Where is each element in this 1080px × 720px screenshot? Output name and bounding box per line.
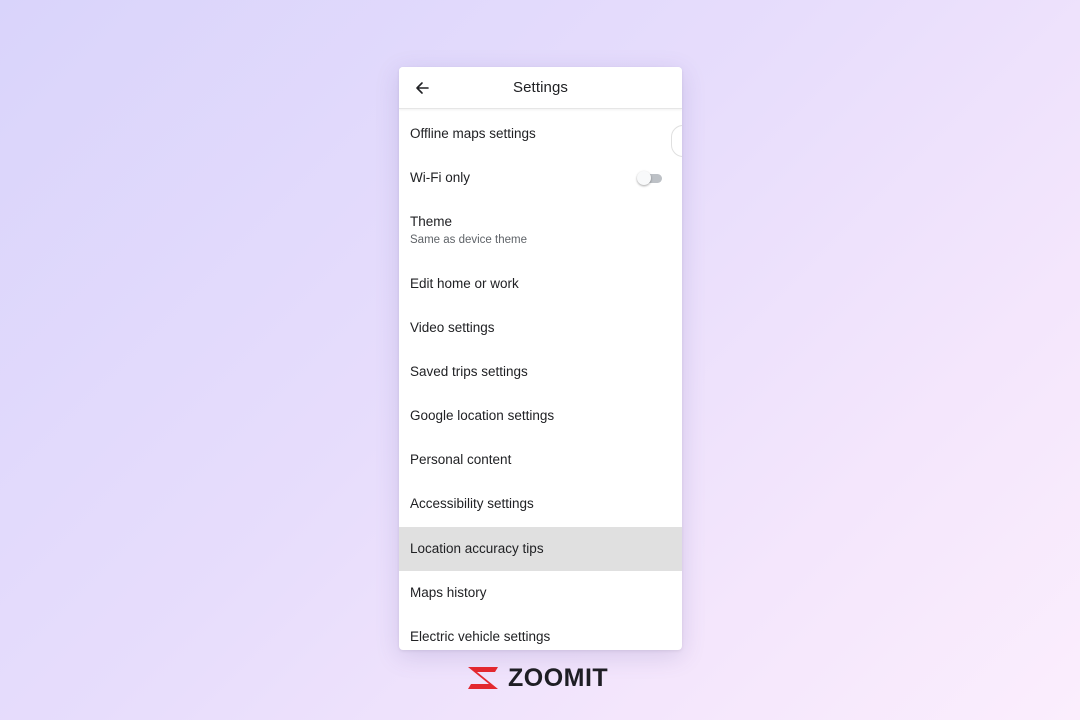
settings-item-label: Google location settings [410,408,555,423]
settings-item-label: Location accuracy tips [410,541,544,556]
settings-panel: Offline maps settings Wi-Fi only Theme S… [399,67,682,650]
settings-item-label: Electric vehicle settings [410,629,551,644]
wifi-only-toggle[interactable] [637,171,663,185]
settings-item-offline-maps[interactable]: Offline maps settings [399,112,682,156]
settings-item-personal-content[interactable]: Personal content [399,437,682,481]
settings-item-label: Personal content [410,452,512,467]
settings-item-label: Edit home or work [410,276,519,291]
settings-item-label: Maps history [410,585,487,600]
settings-item-saved-trips[interactable]: Saved trips settings [399,349,682,393]
settings-item-google-location[interactable]: Google location settings [399,393,682,437]
app-bar: Settings [399,67,682,109]
theme-current-value: Same as device theme [410,234,527,246]
settings-item-label: Accessibility settings [410,496,534,511]
settings-item-label: Video settings [410,320,495,335]
settings-list[interactable]: Offline maps settings Wi-Fi only Theme S… [399,67,682,650]
zoomit-logo: ZOOMIT [465,665,608,691]
settings-item-label: Theme [410,214,453,229]
settings-item-edit-home-work[interactable]: Edit home or work [399,261,682,305]
settings-item-label: Wi-Fi only [410,170,470,185]
settings-item-electric-vehicle[interactable]: Electric vehicle settings [399,615,682,650]
settings-item-accessibility[interactable]: Accessibility settings [399,481,682,525]
settings-item-video[interactable]: Video settings [399,305,682,349]
settings-item-location-accuracy[interactable]: Location accuracy tips [399,527,682,571]
settings-item-theme[interactable]: Theme Same as device theme [399,200,682,260]
toggle-knob [637,171,651,185]
page-title: Settings [513,79,568,96]
logo-text: ZOOMIT [508,664,609,692]
zoomit-z-logo-icon [468,667,498,689]
settings-item-label: Saved trips settings [410,364,528,379]
settings-item-label: Offline maps settings [410,126,536,141]
settings-item-maps-history[interactable]: Maps history [399,571,682,615]
